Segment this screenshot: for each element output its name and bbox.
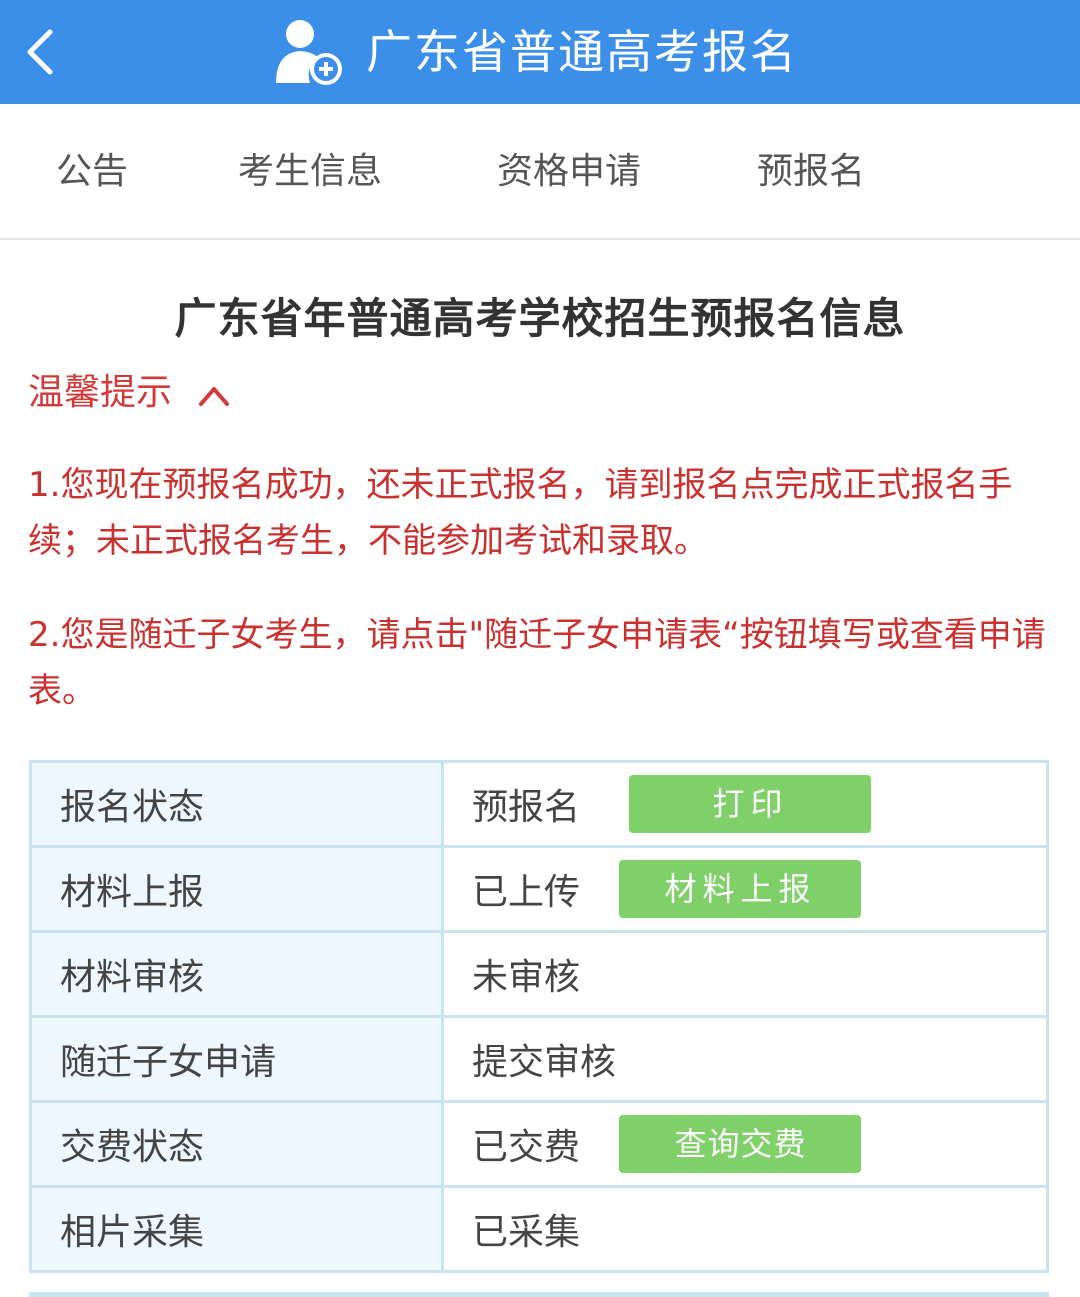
table-row: 材料审核 未审核 [29, 930, 1049, 1018]
tab-candidate-info[interactable]: 考生信息 [238, 144, 382, 200]
row-label: 随迁子女申请 [29, 1015, 444, 1103]
row-label: 材料上报 [29, 845, 444, 933]
tips-toggle[interactable]: 温馨提示 [28, 368, 231, 418]
status-value: 已采集 [472, 1212, 581, 1253]
table-row: 材料上报 已上传 材料上报 [29, 845, 1049, 933]
row-label: 交费状态 [29, 1100, 444, 1188]
row-label: 材料审核 [29, 930, 444, 1018]
page-title: 广东省年普通高考学校招生预报名信息 [174, 294, 906, 343]
row-value-cell: 未审核 [441, 930, 1049, 1018]
print-button[interactable]: 打印 [629, 775, 872, 833]
registration-info-table: 报名状态 预报名 打印 材料上报 已上传 材料上报 材料审核 未审核 随迁子女申… [29, 760, 1049, 1273]
row-value-cell: 已上传 材料上报 [441, 845, 1049, 933]
tab-bar: 公告 考生信息 资格申请 预报名 [0, 104, 1080, 240]
row-value-cell: 预报名 打印 [441, 760, 1049, 848]
chevron-left-icon [27, 29, 53, 75]
status-value: 已上传 [472, 872, 581, 913]
app-header: 广东省普通高考报名 [0, 0, 1080, 104]
main-content: 广东省年普通高考学校招生预报名信息 温馨提示 1.您现在预报名成功，还未正式报名… [0, 240, 1080, 1297]
material-upload-button[interactable]: 材料上报 [619, 860, 862, 918]
row-value-cell: 已采集 [441, 1185, 1049, 1273]
chevron-up-icon [199, 387, 230, 406]
table-continuation-edge [29, 1292, 1049, 1297]
tab-qualification-apply[interactable]: 资格申请 [497, 144, 641, 200]
table-row: 报名状态 预报名 打印 [29, 760, 1049, 848]
row-label: 相片采集 [29, 1185, 444, 1273]
status-value: 已交费 [472, 1127, 581, 1168]
user-add-icon [272, 17, 344, 87]
row-value-cell: 已交费 查询交费 [441, 1100, 1049, 1188]
row-value-cell: 提交审核 [441, 1015, 1049, 1103]
status-value: 预报名 [472, 787, 581, 828]
tab-pre-registration[interactable]: 预报名 [757, 144, 865, 200]
table-row: 相片采集 已采集 [29, 1185, 1049, 1273]
tip-1: 1.您现在预报名成功，还未正式报名，请到报名点完成正式报名手续；未正式报名考生，… [28, 465, 1013, 561]
table-row: 随迁子女申请 提交审核 [29, 1015, 1049, 1103]
tab-announcement[interactable]: 公告 [56, 144, 128, 200]
back-button[interactable] [14, 22, 74, 82]
status-value: 提交审核 [472, 1042, 617, 1083]
table-row: 交费状态 已交费 查询交费 [29, 1100, 1049, 1188]
query-payment-button[interactable]: 查询交费 [619, 1115, 862, 1173]
app-title: 广东省普通高考报名 [366, 25, 798, 79]
row-label: 报名状态 [29, 760, 444, 848]
tip-2: 2.您是随迁子女考生，请点击"随迁子女申请表“按钮填写或查看申请表。 [28, 615, 1046, 711]
status-value: 未审核 [472, 957, 581, 998]
tips-label: 温馨提示 [28, 372, 173, 413]
